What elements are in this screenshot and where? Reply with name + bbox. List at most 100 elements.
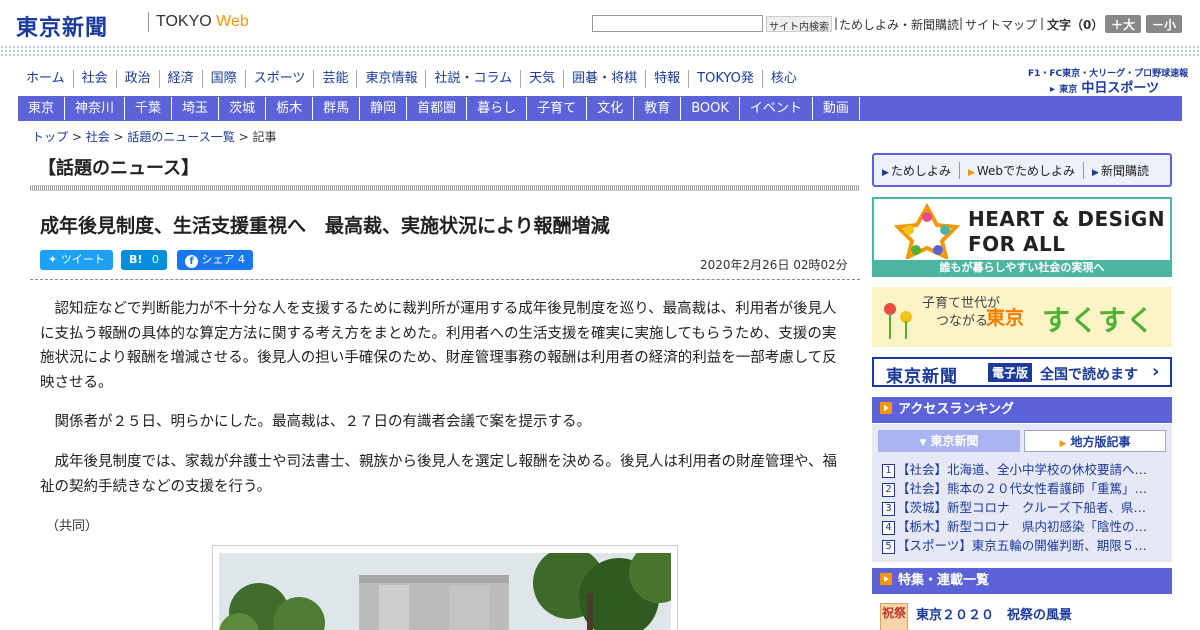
ranking-text: 【社会】北海道、全小中学校の休校要請へ…: [897, 462, 1148, 477]
region-item-kurashi[interactable]: 暮らし: [467, 97, 528, 120]
tokyo-web-logo-web: Web: [216, 13, 249, 30]
breadcrumb: トップ > 社会 > 話題のニュース一覧 > 記事: [32, 128, 277, 145]
region-item-book[interactable]: BOOK: [681, 97, 740, 120]
arrow-right-icon: ▶: [882, 167, 889, 178]
sitemap-link[interactable]: サイトマップ: [965, 16, 1037, 33]
hatena-bookmark-button[interactable]: B! 0: [121, 250, 167, 270]
web-trial-reading-button[interactable]: ▶ Webでためしよみ: [960, 161, 1085, 179]
chunichi-sports-name: 中日スポーツ: [1081, 81, 1160, 96]
feature-thumbnail: 祝祭: [880, 603, 908, 630]
font-size-increase-button[interactable]: ＋大: [1105, 15, 1142, 33]
region-item-ibaraki[interactable]: 茨城: [219, 97, 267, 120]
ranking-tab-tokyo-label: 東京新聞: [930, 434, 979, 448]
region-item-kosodate[interactable]: 子育て: [527, 97, 588, 120]
site-logo[interactable]: 東京新聞: [16, 10, 108, 42]
site-search-input[interactable]: [592, 15, 763, 32]
region-item-chiba[interactable]: 千葉: [125, 97, 173, 120]
facebook-icon: f: [185, 255, 198, 268]
tokyo-web-logo[interactable]: TOKYO Web: [156, 13, 249, 31]
feature-item[interactable]: 祝祭 東京２０２０ 祝祭の風景: [872, 595, 1172, 630]
breadcrumb-top[interactable]: トップ: [32, 130, 68, 144]
chunichi-sports-logo[interactable]: ▸ 東京 中日スポーツ: [1050, 77, 1159, 96]
region-item-shizuoka[interactable]: 静岡: [360, 97, 408, 120]
ranking-item-3[interactable]: 3 【茨城】新型コロナ クルーズ下船者、県…: [882, 498, 1166, 517]
heart-design-logo-icon: [893, 203, 961, 259]
nav-item-tokuho[interactable]: 特報: [646, 70, 690, 88]
breadcrumb-sep: >: [68, 130, 86, 144]
subscribe-button[interactable]: ▶ 新聞購読: [1084, 162, 1157, 179]
ranking-tab-local[interactable]: ▶ 地方版記事: [1024, 430, 1166, 452]
chunichi-sports-prefix: 東京: [1059, 85, 1078, 95]
article-photo[interactable]: [219, 553, 671, 630]
features-title: 特集・連載一覧: [898, 573, 990, 588]
tokyo-web-logo-tokyo: TOKYO: [156, 13, 212, 30]
article-divider: [30, 279, 860, 280]
region-item-video[interactable]: 動画: [813, 97, 860, 120]
sukusuku-tokyo: 東京: [986, 307, 1025, 329]
region-item-event[interactable]: イベント: [740, 97, 813, 120]
region-item-shutoken[interactable]: 首都圏: [407, 97, 468, 120]
breadcrumb-topic-news[interactable]: 話題のニュース一覧: [127, 130, 234, 144]
ranking-item-5[interactable]: 5 【スポーツ】東京五輪の開催判断、期限５…: [882, 536, 1166, 555]
ranking-item-1[interactable]: 1 【社会】北海道、全小中学校の休校要請へ…: [882, 460, 1166, 479]
nav-item-weather[interactable]: 天気: [521, 70, 565, 88]
region-item-tokyo[interactable]: 東京: [18, 97, 66, 120]
nav-item-tokyo-info[interactable]: 東京情報: [357, 70, 427, 88]
twitter-bird-icon: ✦: [48, 253, 58, 266]
hatena-bookmark-icon: B!: [129, 253, 143, 266]
tweet-label: ツイート: [60, 253, 105, 266]
section-arrow-icon: [880, 573, 892, 585]
region-item-kyoiku[interactable]: 教育: [634, 97, 682, 120]
ranking-item-2[interactable]: 2 【社会】熊本の２０代女性看護師「重篤」…: [882, 479, 1166, 498]
region-item-gunma[interactable]: 群馬: [313, 97, 361, 120]
triangle-right-icon: ▶: [1059, 439, 1067, 449]
nav-item-international[interactable]: 国際: [203, 70, 246, 88]
flower-illustration-icon: [884, 303, 912, 339]
region-item-saitama[interactable]: 埼玉: [172, 97, 220, 120]
nav-item-society[interactable]: 社会: [74, 70, 117, 88]
chevron-right-icon: ›: [1152, 361, 1160, 382]
article-headline: 成年後見制度、生活支援重視へ 最高裁、実施状況により報酬増減: [40, 215, 610, 237]
site-search-button[interactable]: サイト内検索: [766, 16, 832, 33]
hatena-count: 0: [151, 253, 159, 266]
ranking-number: 3: [882, 502, 895, 516]
nav-item-politics[interactable]: 政治: [117, 70, 160, 88]
nav-item-entertainment[interactable]: 芸能: [314, 70, 358, 88]
region-item-kanagawa[interactable]: 神奈川: [65, 97, 126, 120]
trial-subscription-link[interactable]: ためしよみ・新聞購読: [839, 16, 959, 33]
facebook-share-count: 4: [238, 253, 245, 266]
heart-design-footer: 誰もが暮らしやすい社会の実現へ: [874, 260, 1170, 275]
nav-item-sports[interactable]: スポーツ: [246, 70, 315, 88]
region-item-tochigi[interactable]: 栃木: [266, 97, 314, 120]
article-paragraph-1: 認知症などで判断能力が不十分な人を支援するために裁判所が運用する成年後見制度を巡…: [40, 301, 837, 391]
heart-design-banner[interactable]: HEART & DESiGN FOR ALL 誰もが暮らしやすい社会の実現へ: [872, 197, 1172, 277]
nav-item-editorial[interactable]: 社説・コラム: [426, 70, 522, 88]
header-link-separator-1: |: [834, 16, 839, 30]
font-size-decrease-button[interactable]: －小: [1146, 15, 1183, 33]
ranking-tab-tokyo[interactable]: ▼ 東京新聞: [878, 430, 1020, 452]
trial-reading-button[interactable]: ▶ ためしよみ: [874, 161, 960, 179]
region-item-bunka[interactable]: 文化: [587, 97, 635, 120]
digital-edition-tag: 電子版: [988, 363, 1033, 382]
nav-item-kakushin[interactable]: 核心: [763, 70, 805, 88]
nav-item-home[interactable]: ホーム: [18, 70, 74, 88]
access-ranking-panel: ▼ 東京新聞 ▶ 地方版記事 1 【社会】北海道、全小中学校の休校要請へ… 2 【社会】…: [872, 424, 1172, 562]
ranking-item-4[interactable]: 4 【栃木】新型コロナ 県内初感染「陰性の…: [882, 517, 1166, 536]
breadcrumb-society[interactable]: 社会: [86, 130, 110, 144]
nav-item-tokyo-hatsu[interactable]: TOKYO発: [689, 70, 763, 88]
tweet-button[interactable]: ✦ ツイート: [40, 250, 113, 270]
nav-item-economy[interactable]: 経済: [160, 70, 203, 88]
facebook-share-button[interactable]: f シェア 4: [177, 250, 253, 270]
digital-edition-logo: 東京新聞: [886, 367, 958, 387]
ranking-text: 【栃木】新型コロナ 県内初感染「陰性の…: [897, 519, 1148, 534]
digital-edition-banner[interactable]: 東京新聞 電子版 全国で読めます ›: [872, 357, 1172, 387]
site-header: 東京新聞 TOKYO Web サイト内検索 | ためしよみ・新聞購読 | サイト…: [0, 0, 1200, 46]
tokyo-sukusuku-banner[interactable]: 子育て世代が つながる 東京 すくすく: [872, 287, 1172, 347]
section-title: 【話題のニュース】: [38, 158, 200, 179]
article-paragraph-2: 関係者が２５日、明らかにした。最高裁は、２７日の有識者会議で案を提示する。: [40, 414, 591, 430]
nav-item-go-shogi[interactable]: 囲碁・将棋: [564, 70, 647, 88]
article-date: 2020年2月26日 02時02分: [700, 258, 848, 272]
ranking-text: 【社会】熊本の２０代女性看護師「重篤」…: [897, 481, 1148, 496]
ranking-number: 1: [882, 464, 895, 478]
font-size-label: 文字（0）: [1047, 18, 1104, 32]
